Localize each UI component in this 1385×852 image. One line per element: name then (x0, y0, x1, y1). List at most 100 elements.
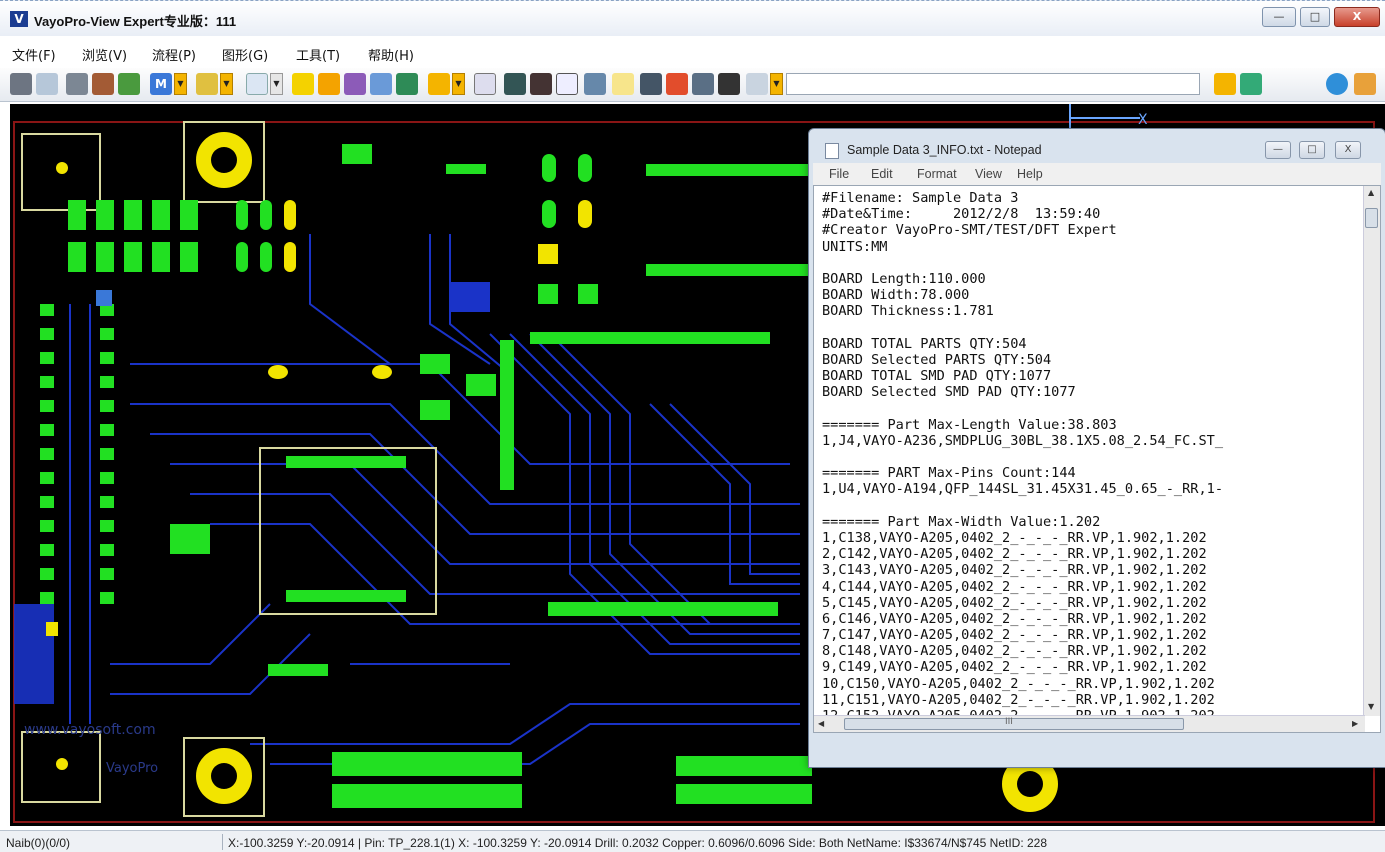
zoom-icon[interactable] (246, 73, 268, 95)
notepad-menu-edit[interactable]: Edit (871, 167, 893, 181)
horizontal-scrollbar[interactable]: ◀ III ▶ (814, 715, 1365, 732)
notepad-line: 10,C150,VAYO-A205,0402_2_-_-_-_RR.VP,1.9… (822, 675, 1215, 692)
notepad-menu-view[interactable]: View (975, 167, 1002, 181)
horizontal-scroll-thumb[interactable]: III (844, 717, 1184, 730)
refresh-icon[interactable] (692, 73, 714, 95)
notepad-line: 11,C151,VAYO-A205,0402_2_-_-_-_RR.VP,1.9… (822, 691, 1215, 708)
notepad-line: 9,C149,VAYO-A205,0402_2_-_-_-_RR.VP,1.90… (822, 659, 1207, 676)
menu-graphics[interactable]: 图形(G) (222, 45, 268, 64)
menu-bar: 文件(F) 浏览(V) 流程(P) 图形(G) 工具(T) 帮助(H) (0, 40, 1385, 66)
notepad-title-bar: Sample Data 3_INFO.txt - Notepad — □ X (809, 129, 1385, 163)
report-icon[interactable] (1240, 73, 1262, 95)
notepad-line: 1,J4,VAYO-A236,SMDPLUG_30BL_38.1X5.08_2.… (822, 432, 1224, 449)
notepad-line: ======= Part Max-Length Value:38.803 (822, 416, 1117, 433)
notepad-line: ======= PART Max-Pins Count:144 (822, 465, 1076, 482)
lines-icon[interactable] (640, 73, 662, 95)
eraser-dropdown[interactable]: ▼ (770, 73, 783, 95)
notepad-text-area[interactable]: #Filename: Sample Data 3 #Date&Time: 2012… (813, 185, 1381, 733)
title-bar: V VayoPro-View Expert专业版：111 — □ X (0, 0, 1385, 36)
chip2-icon[interactable] (530, 73, 552, 95)
notepad-line: 3,C143,VAYO-A205,0402_2_-_-_-_RR.VP,1.90… (822, 562, 1207, 579)
stripes-icon[interactable] (666, 73, 688, 95)
notepad-line: #Creator VayoPro-SMT/TEST/DFT Expert (822, 222, 1117, 239)
notepad-line: 6,C146,VAYO-A205,0402_2_-_-_-_RR.VP,1.90… (822, 610, 1207, 627)
notepad-menu-bar: File Edit Format View Help (813, 163, 1381, 185)
route-icon[interactable] (196, 73, 218, 95)
image-icon[interactable] (118, 73, 140, 95)
notepad-line: 5,C145,VAYO-A205,0402_2_-_-_-_RR.VP,1.90… (822, 594, 1207, 611)
notepad-line: 4,C144,VAYO-A205,0402_2_-_-_-_RR.VP,1.90… (822, 578, 1207, 595)
notepad-close-button[interactable]: X (1335, 141, 1361, 159)
watermark: www.vayosoft.com (24, 722, 156, 738)
notepad-content: #Filename: Sample Data 3 #Date&Time: 2012… (822, 190, 1223, 724)
diamond-icon[interactable] (556, 73, 578, 95)
save-icon[interactable] (10, 73, 32, 95)
notepad-line: 1,C138,VAYO-A205,0402_2_-_-_-_RR.VP,1.90… (822, 529, 1207, 546)
maximize-button[interactable]: □ (1300, 7, 1330, 27)
status-nail: Naib(0)(0/0) (6, 836, 71, 850)
connector-icon[interactable] (718, 73, 740, 95)
menu-help[interactable]: 帮助(H) (368, 45, 414, 64)
notepad-line (822, 498, 1223, 514)
notepad-line: 1,U4,VAYO-A194,QFP_144SL_31.45X31.45_0.6… (822, 481, 1224, 498)
m-dropdown[interactable]: ▼ (174, 73, 187, 95)
menu-process[interactable]: 流程(P) (152, 45, 196, 64)
notepad-line (822, 320, 1223, 336)
eraser-icon[interactable] (746, 73, 768, 95)
notepad-title: Sample Data 3_INFO.txt - Notepad (847, 143, 1042, 157)
grid-icon[interactable] (66, 73, 88, 95)
nav-icon[interactable] (1214, 73, 1236, 95)
notepad-maximize-button[interactable]: □ (1299, 141, 1325, 159)
notepad-minimize-button[interactable]: — (1265, 141, 1291, 159)
notepad-menu-file[interactable]: File (829, 167, 849, 181)
settings-icon[interactable] (370, 73, 392, 95)
notepad-line: 2,C142,VAYO-A205,0402_2_-_-_-_RR.VP,1.90… (822, 546, 1207, 563)
notepad-icon (825, 143, 839, 159)
notepad-line: 7,C147,VAYO-A205,0402_2_-_-_-_RR.VP,1.90… (822, 627, 1207, 644)
close-button[interactable]: X (1334, 7, 1380, 27)
notepad-line (822, 449, 1223, 465)
notepad-line: 8,C148,VAYO-A205,0402_2_-_-_-_RR.VP,1.90… (822, 643, 1207, 660)
layers-icon[interactable] (292, 73, 314, 95)
zoom-dropdown[interactable]: ▼ (270, 73, 283, 95)
component-icon[interactable] (92, 73, 114, 95)
status-divider (222, 834, 223, 850)
notepad-line: BOARD TOTAL SMD PAD QTY:1077 (822, 368, 1052, 385)
binoculars-icon[interactable] (584, 73, 606, 95)
chip-icon[interactable] (504, 73, 526, 95)
notepad-menu-help[interactable]: Help (1017, 167, 1043, 181)
home-icon[interactable] (1354, 73, 1376, 95)
minimize-button[interactable]: — (1262, 7, 1296, 27)
route-dropdown[interactable]: ▼ (220, 73, 233, 95)
app-logo-icon: V (10, 11, 28, 27)
import-icon[interactable] (36, 73, 58, 95)
dots-icon[interactable] (396, 73, 418, 95)
menu-file[interactable]: 文件(F) (12, 45, 56, 64)
notepad-menu-format[interactable]: Format (917, 167, 957, 181)
notepad-line: #Date&Time: 2012/2/8 13:59:40 (822, 206, 1101, 223)
scroll-up-icon[interactable]: ▲ (1368, 188, 1374, 197)
menu-tools[interactable]: 工具(T) (296, 45, 340, 64)
notepad-line: BOARD Length:110.000 (822, 270, 986, 287)
vertical-scrollbar[interactable]: ▲ ▼ (1363, 186, 1380, 716)
text-icon[interactable] (318, 73, 340, 95)
globe-icon[interactable] (1326, 73, 1348, 95)
te-dropdown[interactable]: ▼ (452, 73, 465, 95)
notepad-line (822, 400, 1223, 416)
notepad-line: #Filename: Sample Data 3 (822, 190, 1019, 206)
bulb-icon[interactable] (612, 73, 634, 95)
scroll-right-icon[interactable]: ▶ (1352, 719, 1358, 728)
te-icon[interactable] (428, 73, 450, 95)
inspect-icon[interactable] (474, 73, 496, 95)
vertical-scroll-thumb[interactable] (1365, 208, 1378, 228)
command-input[interactable] (786, 73, 1200, 95)
menu-view[interactable]: 浏览(V) (82, 45, 127, 64)
board-icon[interactable] (344, 73, 366, 95)
scroll-down-icon[interactable]: ▼ (1368, 702, 1374, 711)
status-pin-info: X:-100.3259 Y:-20.0914 | Pin: TP_228.1(1… (228, 836, 1048, 850)
brand-mark: VayoPro (106, 761, 158, 776)
scroll-left-icon[interactable]: ◀ (818, 719, 824, 728)
m-icon[interactable]: M (150, 73, 172, 95)
notepad-line (822, 255, 1223, 271)
window-title: VayoPro-View Expert专业版：111 (34, 14, 237, 29)
